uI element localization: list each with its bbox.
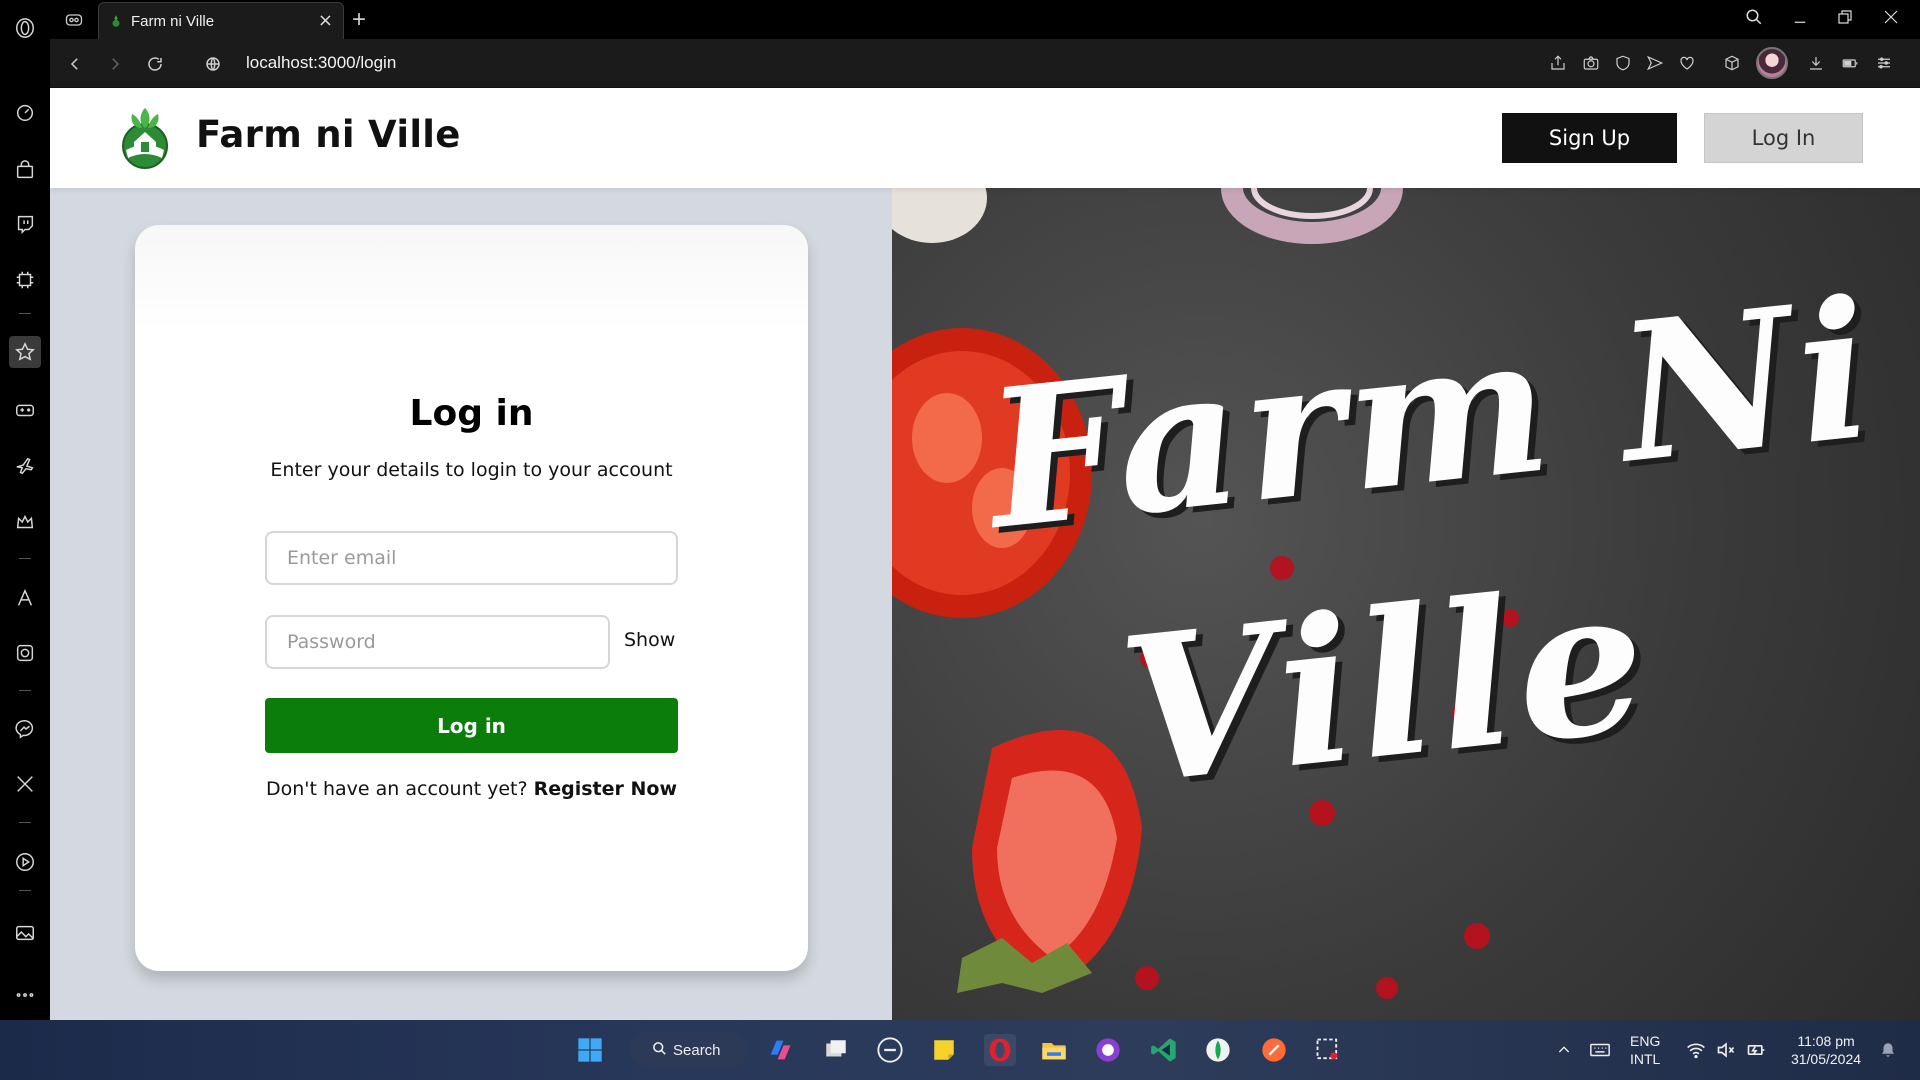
- shopping-bag-icon[interactable]: [9, 154, 41, 186]
- gamepad-icon[interactable]: [9, 394, 41, 426]
- player-icon[interactable]: [9, 846, 41, 878]
- dell-icon[interactable]: [874, 1034, 906, 1066]
- snipping-tool-icon[interactable]: [1312, 1034, 1344, 1066]
- language-indicator[interactable]: ENG INTL: [1630, 1032, 1660, 1068]
- tab-title: Farm ni Ville: [131, 12, 215, 30]
- tray-overflow-chevron-icon[interactable]: [1548, 1034, 1580, 1066]
- taskbar-search[interactable]: Search: [630, 1031, 748, 1069]
- opera-taskbar-icon[interactable]: [984, 1034, 1016, 1066]
- copilot-icon[interactable]: [764, 1034, 796, 1066]
- clock[interactable]: 11:08 pm 31/05/2024: [1782, 1032, 1870, 1068]
- windows-taskbar: Search ENG INTL 11:08 pm 31/05/2024: [0, 1020, 1920, 1080]
- hero-image: Farm Ni Ville: [892, 188, 1920, 1020]
- login-card: Log in Enter your details to login to yo…: [135, 225, 808, 971]
- restore-icon[interactable]: [1836, 8, 1854, 31]
- mongodb-compass-icon[interactable]: [1202, 1034, 1234, 1066]
- sidebar-divider: [19, 313, 31, 314]
- header-log-in-button[interactable]: Log In: [1704, 113, 1863, 163]
- sidebar-divider: [19, 822, 31, 823]
- file-explorer-icon[interactable]: [1038, 1034, 1070, 1066]
- site-header: Farm ni Ville Sign Up Log In: [50, 88, 1920, 188]
- sidebar-divider: [19, 690, 31, 691]
- web-page: Farm ni Ville Sign Up Log In Log in Ente…: [50, 88, 1920, 1020]
- register-now-link[interactable]: Register Now: [534, 778, 677, 800]
- keyboard-layout: INTL: [1630, 1051, 1661, 1067]
- login-subtitle: Enter your details to login to your acco…: [270, 459, 673, 481]
- clock-date: 31/05/2024: [1790, 1051, 1862, 1067]
- easy-setup-icon[interactable]: [1872, 51, 1896, 75]
- share-icon[interactable]: [1546, 51, 1570, 75]
- email-field[interactable]: [265, 531, 678, 585]
- chatgpt-icon[interactable]: [9, 637, 41, 669]
- task-view-icon[interactable]: [820, 1034, 852, 1066]
- speed-dial-icon[interactable]: [9, 96, 41, 128]
- password-field[interactable]: [265, 615, 610, 669]
- site-brand-title[interactable]: Farm ni Ville: [196, 113, 461, 156]
- sign-up-button[interactable]: Sign Up: [1502, 113, 1677, 163]
- chip-icon[interactable]: [9, 264, 41, 296]
- profile-avatar[interactable]: [1756, 47, 1788, 79]
- favorites-icon[interactable]: [9, 336, 41, 368]
- login-pane: Log in Enter your details to login to yo…: [50, 188, 892, 1020]
- sidebar-divider: [19, 558, 31, 559]
- workspaces-icon[interactable]: [64, 10, 84, 34]
- show-password-toggle[interactable]: Show: [624, 629, 675, 651]
- language-code: ENG: [1630, 1033, 1661, 1049]
- clock-time: 11:08 pm: [1797, 1033, 1855, 1049]
- battery-charging-icon[interactable]: [1740, 1034, 1772, 1066]
- heart-icon[interactable]: [1675, 51, 1699, 75]
- site-info-globe-icon[interactable]: [200, 51, 226, 77]
- forward-icon[interactable]: [102, 51, 128, 77]
- windows-start-icon[interactable]: [574, 1034, 606, 1066]
- crown-icon[interactable]: [9, 506, 41, 538]
- opera-logo-icon[interactable]: [9, 12, 41, 44]
- tab-close-icon[interactable]: ×: [318, 12, 333, 30]
- tab-strip: Farm ni Ville × +: [50, 0, 1920, 39]
- vpn-shield-icon[interactable]: [1611, 51, 1635, 75]
- snapshot-camera-icon[interactable]: [1579, 51, 1603, 75]
- more-icon[interactable]: [9, 979, 41, 1011]
- vscode-icon[interactable]: [1148, 1034, 1180, 1066]
- login-title: Log in: [409, 393, 534, 434]
- register-prompt-text: Don't have an account yet?: [265, 778, 528, 800]
- address-bar: localhost:3000/login: [50, 39, 1920, 88]
- register-prompt-line: Don't have an account yet? Register Now: [135, 778, 808, 800]
- farm-logo-icon[interactable]: [118, 104, 172, 174]
- reload-icon[interactable]: [142, 51, 168, 77]
- gallery-icon[interactable]: [9, 917, 41, 949]
- log-in-submit-button[interactable]: Log in: [265, 698, 678, 753]
- close-window-icon[interactable]: [1882, 8, 1900, 31]
- send-flow-icon[interactable]: [1643, 51, 1667, 75]
- keyboard-icon[interactable]: [1584, 1034, 1616, 1066]
- wifi-icon[interactable]: [1680, 1034, 1712, 1066]
- twitch-icon[interactable]: [9, 208, 41, 240]
- back-icon[interactable]: [62, 51, 88, 77]
- volume-muted-icon[interactable]: [1710, 1034, 1742, 1066]
- battery-saver-icon[interactable]: [1838, 51, 1862, 75]
- new-tab-button[interactable]: +: [352, 6, 366, 34]
- travel-plane-icon[interactable]: [9, 450, 41, 482]
- x-twitter-icon[interactable]: [9, 768, 41, 800]
- tab-farm-ni-ville[interactable]: Farm ni Ville ×: [98, 2, 344, 39]
- github-desktop-icon[interactable]: [1092, 1034, 1124, 1066]
- downloads-icon[interactable]: [1804, 51, 1828, 75]
- url-field[interactable]: localhost:3000/login: [246, 53, 396, 73]
- tab-favicon-icon: [112, 15, 120, 27]
- aria-icon[interactable]: [9, 582, 41, 614]
- search-icon: [652, 1041, 667, 1060]
- messenger-icon[interactable]: [9, 713, 41, 745]
- sticky-notes-icon[interactable]: [928, 1034, 960, 1066]
- extensions-cube-icon[interactable]: [1720, 51, 1744, 75]
- sidebar-divider: [19, 890, 31, 891]
- tab-search-icon[interactable]: [1745, 8, 1763, 31]
- minimize-icon[interactable]: [1791, 8, 1809, 31]
- taskbar-search-label: Search: [673, 1041, 721, 1059]
- browser-sidebar: [0, 0, 50, 1020]
- notification-bell-icon[interactable]: [1872, 1034, 1904, 1066]
- postman-icon[interactable]: [1258, 1034, 1290, 1066]
